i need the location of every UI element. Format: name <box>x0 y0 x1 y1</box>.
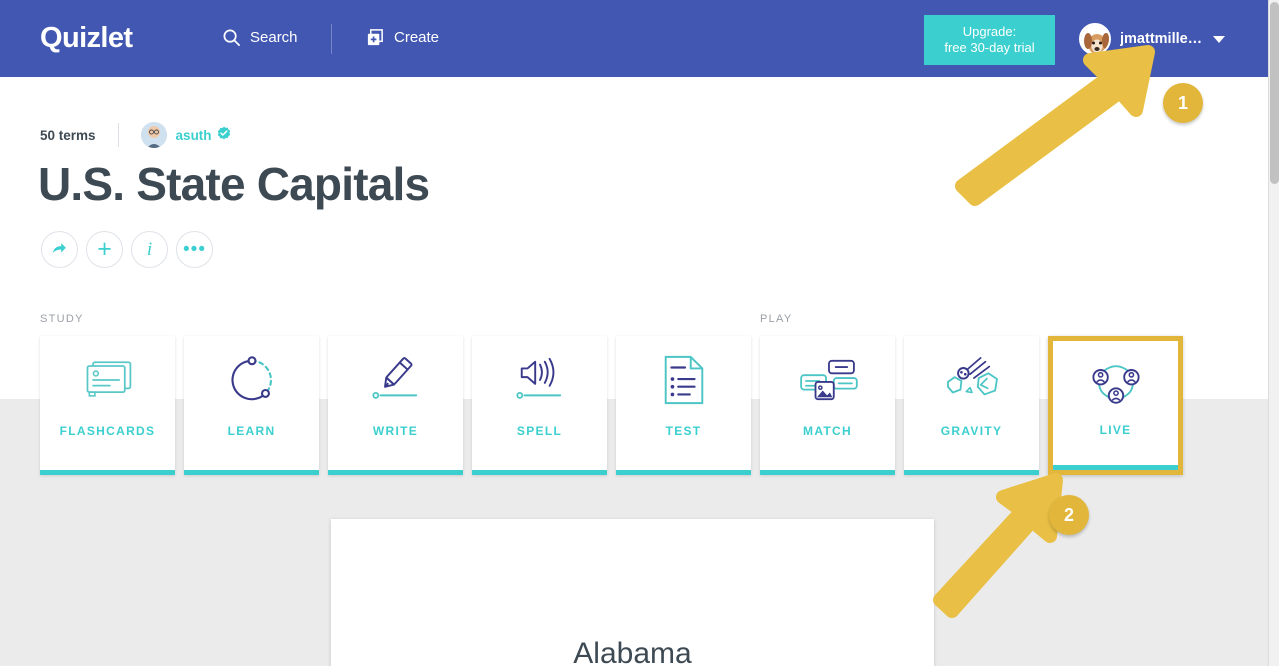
nav-search-label: Search <box>250 29 298 46</box>
ellipsis-icon: ••• <box>183 238 206 260</box>
top-navigation-bar: Quizlet Search Create Upgrade: free 30-d… <box>0 0 1268 77</box>
avatar <box>1079 23 1111 55</box>
flashcards-mode-card[interactable]: FLASHCARDS <box>40 336 175 475</box>
info-icon: i <box>146 238 153 260</box>
info-button[interactable]: i <box>131 231 168 268</box>
gravity-mode-card[interactable]: GRAVITY <box>904 336 1039 475</box>
play-section-label: PLAY <box>760 313 793 325</box>
card-accent-bar <box>616 470 751 475</box>
user-menu[interactable]: jmattmille… <box>1079 23 1226 55</box>
gravity-label: GRAVITY <box>940 424 1003 438</box>
flashcards-icon <box>40 336 175 424</box>
learn-mode-card[interactable]: LEARN <box>184 336 319 475</box>
study-section-label: STUDY <box>40 313 84 325</box>
card-accent-bar <box>472 470 607 475</box>
quizlet-logo[interactable]: Quizlet <box>40 22 133 55</box>
write-mode-card[interactable]: WRITE <box>328 336 463 475</box>
page-title: U.S. State Capitals <box>38 158 430 210</box>
write-icon <box>328 336 463 424</box>
nav-divider <box>331 24 332 54</box>
match-label: MATCH <box>803 424 852 438</box>
write-label: WRITE <box>372 424 419 438</box>
add-button[interactable]: + <box>86 231 123 268</box>
terms-count: 50 terms <box>40 127 96 143</box>
upgrade-line-1: Upgrade: <box>962 24 1017 39</box>
set-action-buttons: + i ••• <box>41 231 213 268</box>
page-scrollbar[interactable] <box>1268 0 1279 666</box>
flashcards-label: FLASHCARDS <box>59 424 156 438</box>
annotation-arrow-1 <box>964 55 1150 202</box>
learn-label: LEARN <box>227 424 276 438</box>
live-icon <box>1055 343 1176 423</box>
annotation-badge-1: 1 <box>1163 83 1203 123</box>
spell-label: SPELL <box>516 424 563 438</box>
card-accent-bar <box>184 470 319 475</box>
card-accent-bar <box>760 470 895 475</box>
card-accent-bar <box>40 470 175 475</box>
card-accent-bar <box>328 470 463 475</box>
term-card[interactable]: Alabama <box>331 519 934 666</box>
share-button[interactable] <box>41 231 78 268</box>
create-icon <box>367 29 383 46</box>
nav-search[interactable]: Search <box>222 28 298 47</box>
nav-create[interactable]: Create <box>366 28 439 47</box>
live-mode-card[interactable]: LIVE <box>1048 336 1183 475</box>
test-icon <box>616 336 751 424</box>
annotation-badge-2: 2 <box>1049 495 1089 535</box>
author-avatar-icon <box>140 122 167 148</box>
set-meta-row: 50 terms asuth <box>40 122 231 148</box>
match-mode-card[interactable]: MATCH <box>760 336 895 475</box>
upgrade-line-2: free 30-day trial <box>944 40 1035 55</box>
verified-badge-icon <box>217 126 231 145</box>
author-name[interactable]: asuth <box>176 128 212 143</box>
spell-icon <box>472 336 607 424</box>
test-mode-card[interactable]: TEST <box>616 336 751 475</box>
gravity-icon <box>904 336 1039 424</box>
spell-mode-card[interactable]: SPELL <box>472 336 607 475</box>
plus-icon: + <box>97 235 112 263</box>
nav-create-label: Create <box>394 29 440 46</box>
card-accent-bar <box>1053 465 1178 470</box>
learn-icon <box>184 336 319 424</box>
scrollbar-thumb[interactable] <box>1270 2 1279 184</box>
match-icon <box>760 336 895 424</box>
live-label: LIVE <box>1099 423 1132 437</box>
card-accent-bar <box>904 470 1039 475</box>
test-label: TEST <box>665 424 702 438</box>
search-icon <box>223 29 240 46</box>
share-arrow-icon <box>52 243 66 253</box>
username-label: jmattmille… <box>1120 31 1203 47</box>
dog-avatar-icon <box>1081 25 1109 53</box>
quizlet-set-page: Quizlet Search Create Upgrade: free 30-d… <box>0 0 1279 666</box>
author-avatar[interactable] <box>140 122 167 148</box>
term-text: Alabama <box>573 637 692 666</box>
study-mode-cards: FLASHCARDS LEARN WRITE SPELL TEST MATCH … <box>40 336 1183 475</box>
more-button[interactable]: ••• <box>176 231 213 268</box>
upgrade-button[interactable]: Upgrade: free 30-day trial <box>924 15 1055 65</box>
meta-divider <box>117 123 119 147</box>
chevron-down-icon <box>1213 35 1226 43</box>
